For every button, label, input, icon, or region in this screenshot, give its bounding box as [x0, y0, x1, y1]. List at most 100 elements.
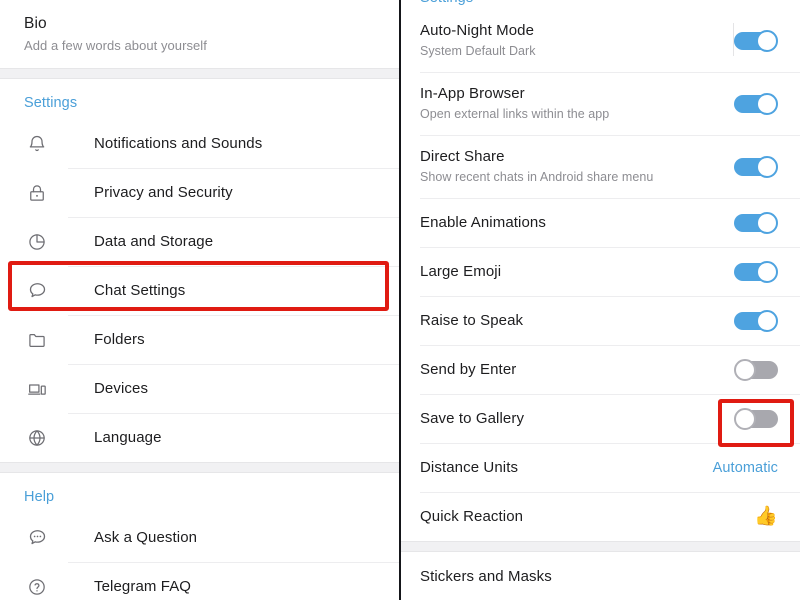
sidebar-item-ask-a-question[interactable]: Ask a Question [0, 513, 399, 562]
toggle-knob [756, 92, 778, 115]
sidebar-item-data-and-storage[interactable]: Data and Storage [0, 217, 399, 266]
option-control [718, 358, 778, 381]
option-text: Stickers and Masks [420, 567, 718, 587]
sidebar-help-header: Help [24, 489, 55, 505]
sidebar-item-label: Chat Settings [94, 282, 186, 299]
sidebar-settings-header: Settings [24, 95, 78, 111]
option-row-distance-units[interactable]: Distance Units Automatic [401, 443, 800, 492]
option-row-in-app-browser[interactable]: In-App Browser Open external links withi… [401, 72, 800, 135]
option-subtitle: Show recent chats in Android share menu [420, 170, 654, 184]
sidebar-item-label: Devices [94, 380, 149, 397]
option-row-large-emoji[interactable]: Large Emoji [401, 247, 800, 296]
option-row-send-by-enter[interactable]: Send by Enter [401, 345, 800, 394]
option-control: 👍 [718, 507, 778, 526]
option-text: In-App Browser Open external links withi… [420, 84, 718, 123]
toggle-save-to-gallery[interactable] [734, 407, 778, 430]
question-circle-icon [24, 574, 50, 600]
option-text: Auto-Night Mode System Default Dark [420, 21, 718, 60]
toggle-knob [756, 211, 778, 234]
option-row-direct-share[interactable]: Direct Share Show recent chats in Androi… [401, 135, 800, 198]
distance-units-value[interactable]: Automatic [713, 460, 778, 476]
option-text: Raise to Speak [420, 311, 718, 331]
sidebar-item-label: Folders [94, 331, 145, 348]
sidebar-item-label: Language [94, 429, 162, 446]
chat-settings-panel: Settings Auto-Night Mode System Default … [401, 0, 800, 600]
option-control [718, 155, 778, 178]
sidebar-item-devices[interactable]: Devices [0, 364, 399, 413]
stickers-separator-band [401, 541, 800, 552]
toggle-knob [756, 29, 778, 52]
toggle-knob [756, 155, 778, 178]
sidebar-item-label: Ask a Question [94, 529, 198, 546]
option-row-stickers-and-masks[interactable]: Stickers and Masks [401, 552, 800, 600]
toggle-large-emoji[interactable] [734, 260, 778, 283]
option-text: Direct Share Show recent chats in Androi… [420, 147, 718, 186]
option-text: Save to Gallery [420, 409, 718, 429]
option-row-quick-reaction[interactable]: Quick Reaction 👍 [401, 492, 800, 541]
option-title: Large Emoji [420, 262, 502, 280]
option-title: Auto-Night Mode [420, 22, 535, 39]
panel-settings-header-text: Settings [420, 0, 473, 6]
help-separator-band [0, 462, 399, 473]
option-text: Send by Enter [420, 360, 718, 380]
toggle-in-app-browser[interactable] [734, 92, 778, 115]
sidebar-item-label: Privacy and Security [94, 184, 233, 201]
option-control [718, 92, 778, 115]
option-row-enable-animations[interactable]: Enable Animations [401, 198, 800, 247]
devices-icon [24, 376, 50, 402]
option-text: Large Emoji [420, 262, 718, 282]
sidebar-item-language[interactable]: Language [0, 413, 399, 462]
pie-chart-icon [24, 229, 50, 255]
panel-settings-header: Settings [401, 0, 800, 9]
sidebar-item-telegram-faq[interactable]: Telegram FAQ [0, 562, 399, 600]
option-control [718, 309, 778, 332]
option-title: Distance Units [420, 458, 519, 476]
toggle-knob [734, 358, 756, 381]
option-subtitle: Open external links within the app [420, 107, 610, 121]
option-text: Distance Units [420, 458, 713, 478]
lock-icon [24, 180, 50, 206]
option-row-save-to-gallery[interactable]: Save to Gallery [401, 394, 800, 443]
bio-title: Bio [24, 15, 47, 32]
option-control [718, 29, 778, 52]
sidebar-item-label: Data and Storage [94, 233, 214, 250]
option-row-auto-night-mode[interactable]: Auto-Night Mode System Default Dark [401, 9, 800, 72]
option-title: Stickers and Masks [420, 567, 552, 585]
option-title: Enable Animations [420, 213, 546, 231]
option-control [718, 260, 778, 283]
screenshot-root: Bio Add a few words about yourself Setti… [0, 0, 800, 600]
section-separator-band [0, 68, 399, 79]
option-control [718, 211, 778, 234]
bell-icon [24, 131, 50, 157]
option-title: Save to Gallery [420, 409, 525, 427]
toggle-auto-night-mode[interactable] [734, 29, 778, 52]
option-text: Quick Reaction [420, 507, 718, 527]
option-title: Direct Share [420, 148, 505, 165]
toggle-knob [756, 309, 778, 332]
option-text: Enable Animations [420, 213, 718, 233]
toggle-knob [756, 260, 778, 283]
option-title: Raise to Speak [420, 311, 524, 329]
toggle-knob [734, 407, 756, 430]
toggle-send-by-enter[interactable] [734, 358, 778, 381]
thumbs-up-icon[interactable]: 👍 [754, 507, 778, 526]
toggle-raise-to-speak[interactable] [734, 309, 778, 332]
option-title: In-App Browser [420, 85, 525, 102]
sidebar-item-notifications-and-sounds[interactable]: Notifications and Sounds [0, 119, 399, 168]
sidebar-item-label: Telegram FAQ [94, 578, 192, 595]
option-title: Send by Enter [420, 360, 517, 378]
sidebar-item-privacy-and-security[interactable]: Privacy and Security [0, 168, 399, 217]
sidebar-item-folders[interactable]: Folders [0, 315, 399, 364]
folder-icon [24, 327, 50, 353]
option-control [718, 407, 778, 430]
option-control: Automatic [713, 460, 778, 476]
chat-bubble-icon [24, 278, 50, 304]
bio-section[interactable]: Bio Add a few words about yourself [0, 0, 399, 68]
toggle-enable-animations[interactable] [734, 211, 778, 234]
bio-subtitle: Add a few words about yourself [24, 38, 207, 53]
option-subtitle: System Default Dark [420, 44, 536, 58]
sidebar-item-chat-settings[interactable]: Chat Settings [0, 266, 399, 315]
toggle-direct-share[interactable] [734, 155, 778, 178]
sidebar-item-label: Notifications and Sounds [94, 135, 263, 152]
option-row-raise-to-speak[interactable]: Raise to Speak [401, 296, 800, 345]
